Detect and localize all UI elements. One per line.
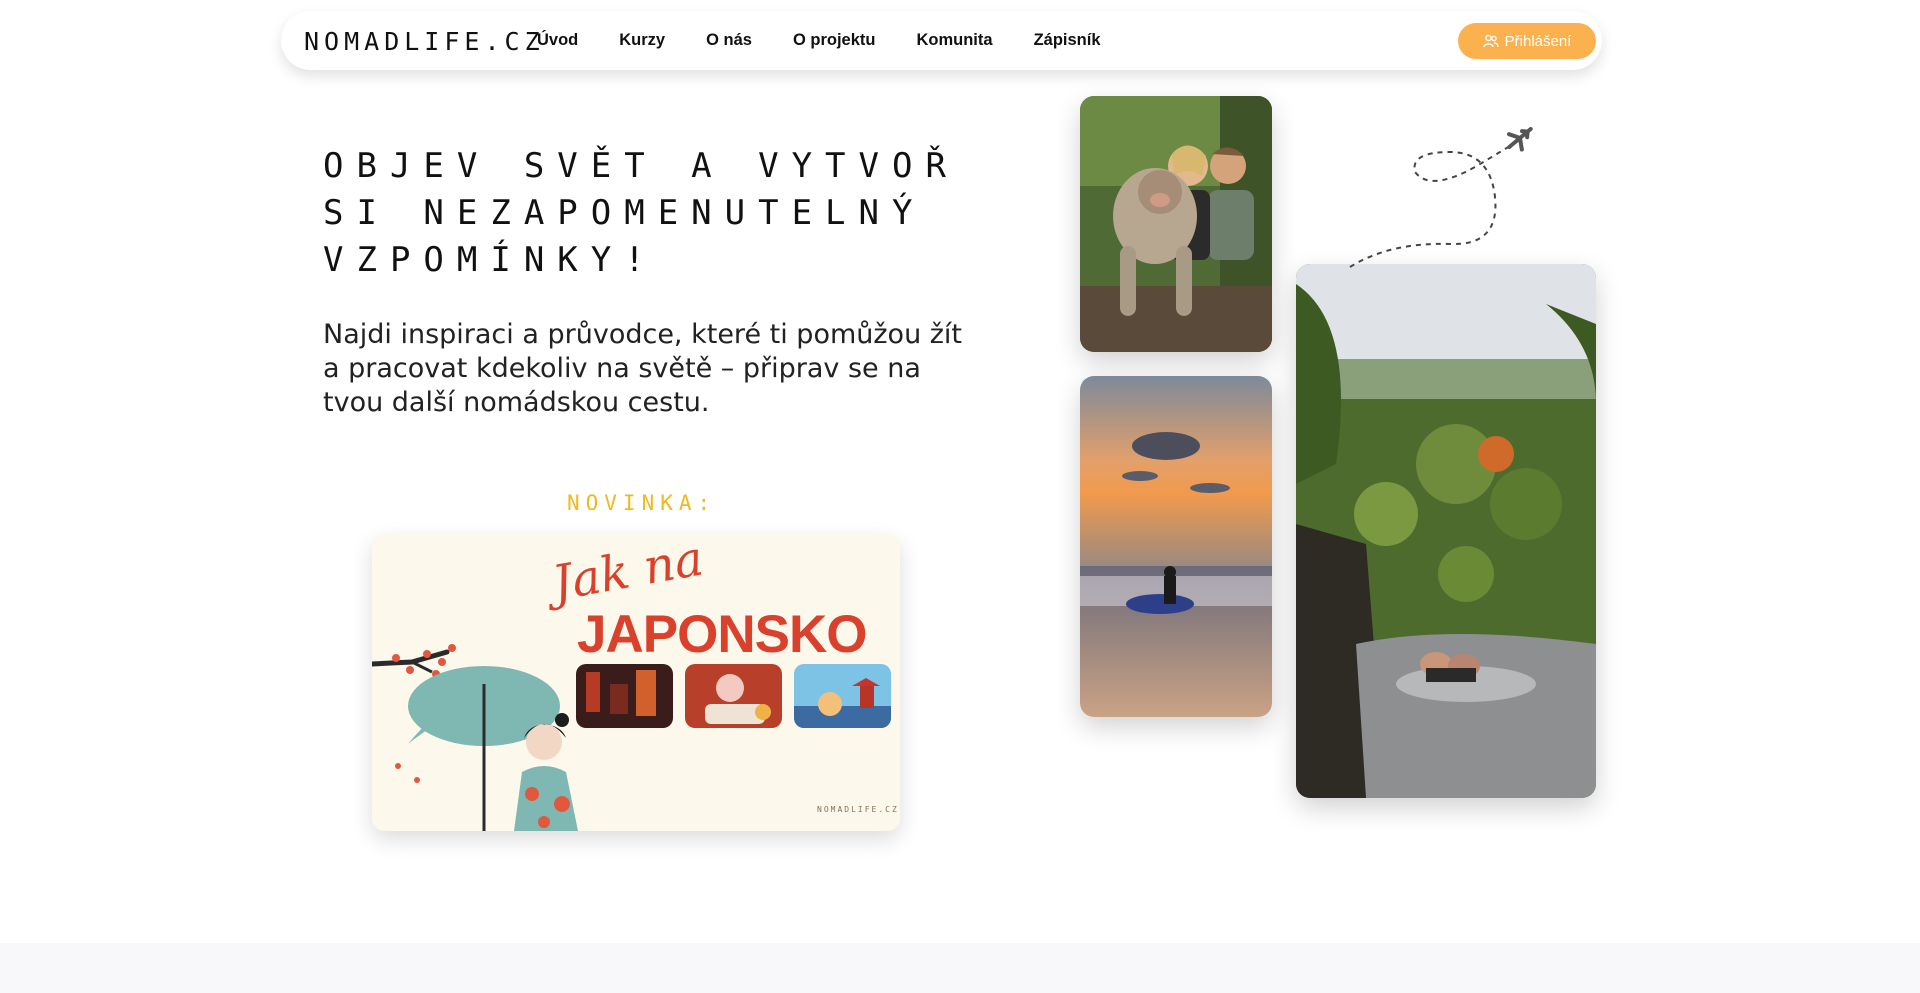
nav-link-kurzy[interactable]: Kurzy [619, 31, 665, 50]
airplane-icon [1506, 127, 1533, 152]
nav-link-o-nas[interactable]: O nás [706, 31, 752, 50]
photo-jungle-pool [1296, 264, 1596, 798]
flight-path-decoration [1349, 127, 1533, 268]
promo-photo-pagoda [794, 664, 891, 728]
nav-link-zapisnik[interactable]: Zápisník [1034, 31, 1101, 50]
nav-link-o-projektu[interactable]: O projektu [793, 31, 876, 50]
promo-photo-sushi [685, 664, 782, 728]
hero-subtitle: Najdi inspiraci a průvodce, které ti pom… [323, 319, 963, 418]
nav-link-komunita[interactable]: Komunita [916, 31, 992, 50]
top-navbar: NOMADLIFE.CZ Úvod Kurzy O nás O projektu… [281, 11, 1602, 70]
hero-headline: Objev svět a vytvoř si nezapomenutelný v… [323, 146, 959, 280]
login-button[interactable]: Přihlášení [1458, 23, 1596, 59]
next-section-band [0, 943, 1920, 993]
nav-link-uvod[interactable]: Úvod [537, 31, 578, 50]
promo-card-japonsko[interactable]: Jak na JAPONSKO NOMADLIFE.CZ [372, 534, 900, 831]
nav-links: Úvod Kurzy O nás O projektu Komunita Záp… [537, 11, 1142, 70]
photo-sunset-surfer [1080, 376, 1272, 717]
novinka-label: NOVINKA: [567, 491, 717, 515]
users-icon [1482, 34, 1499, 48]
photo-monkey-selfie [1080, 96, 1272, 352]
promo-brand: NOMADLIFE.CZ [817, 805, 899, 814]
promo-main-title: JAPONSKO [577, 605, 867, 664]
promo-photo-street [576, 664, 673, 728]
login-label: Přihlášení [1504, 32, 1572, 50]
site-logo[interactable]: NOMADLIFE.CZ [304, 28, 545, 56]
